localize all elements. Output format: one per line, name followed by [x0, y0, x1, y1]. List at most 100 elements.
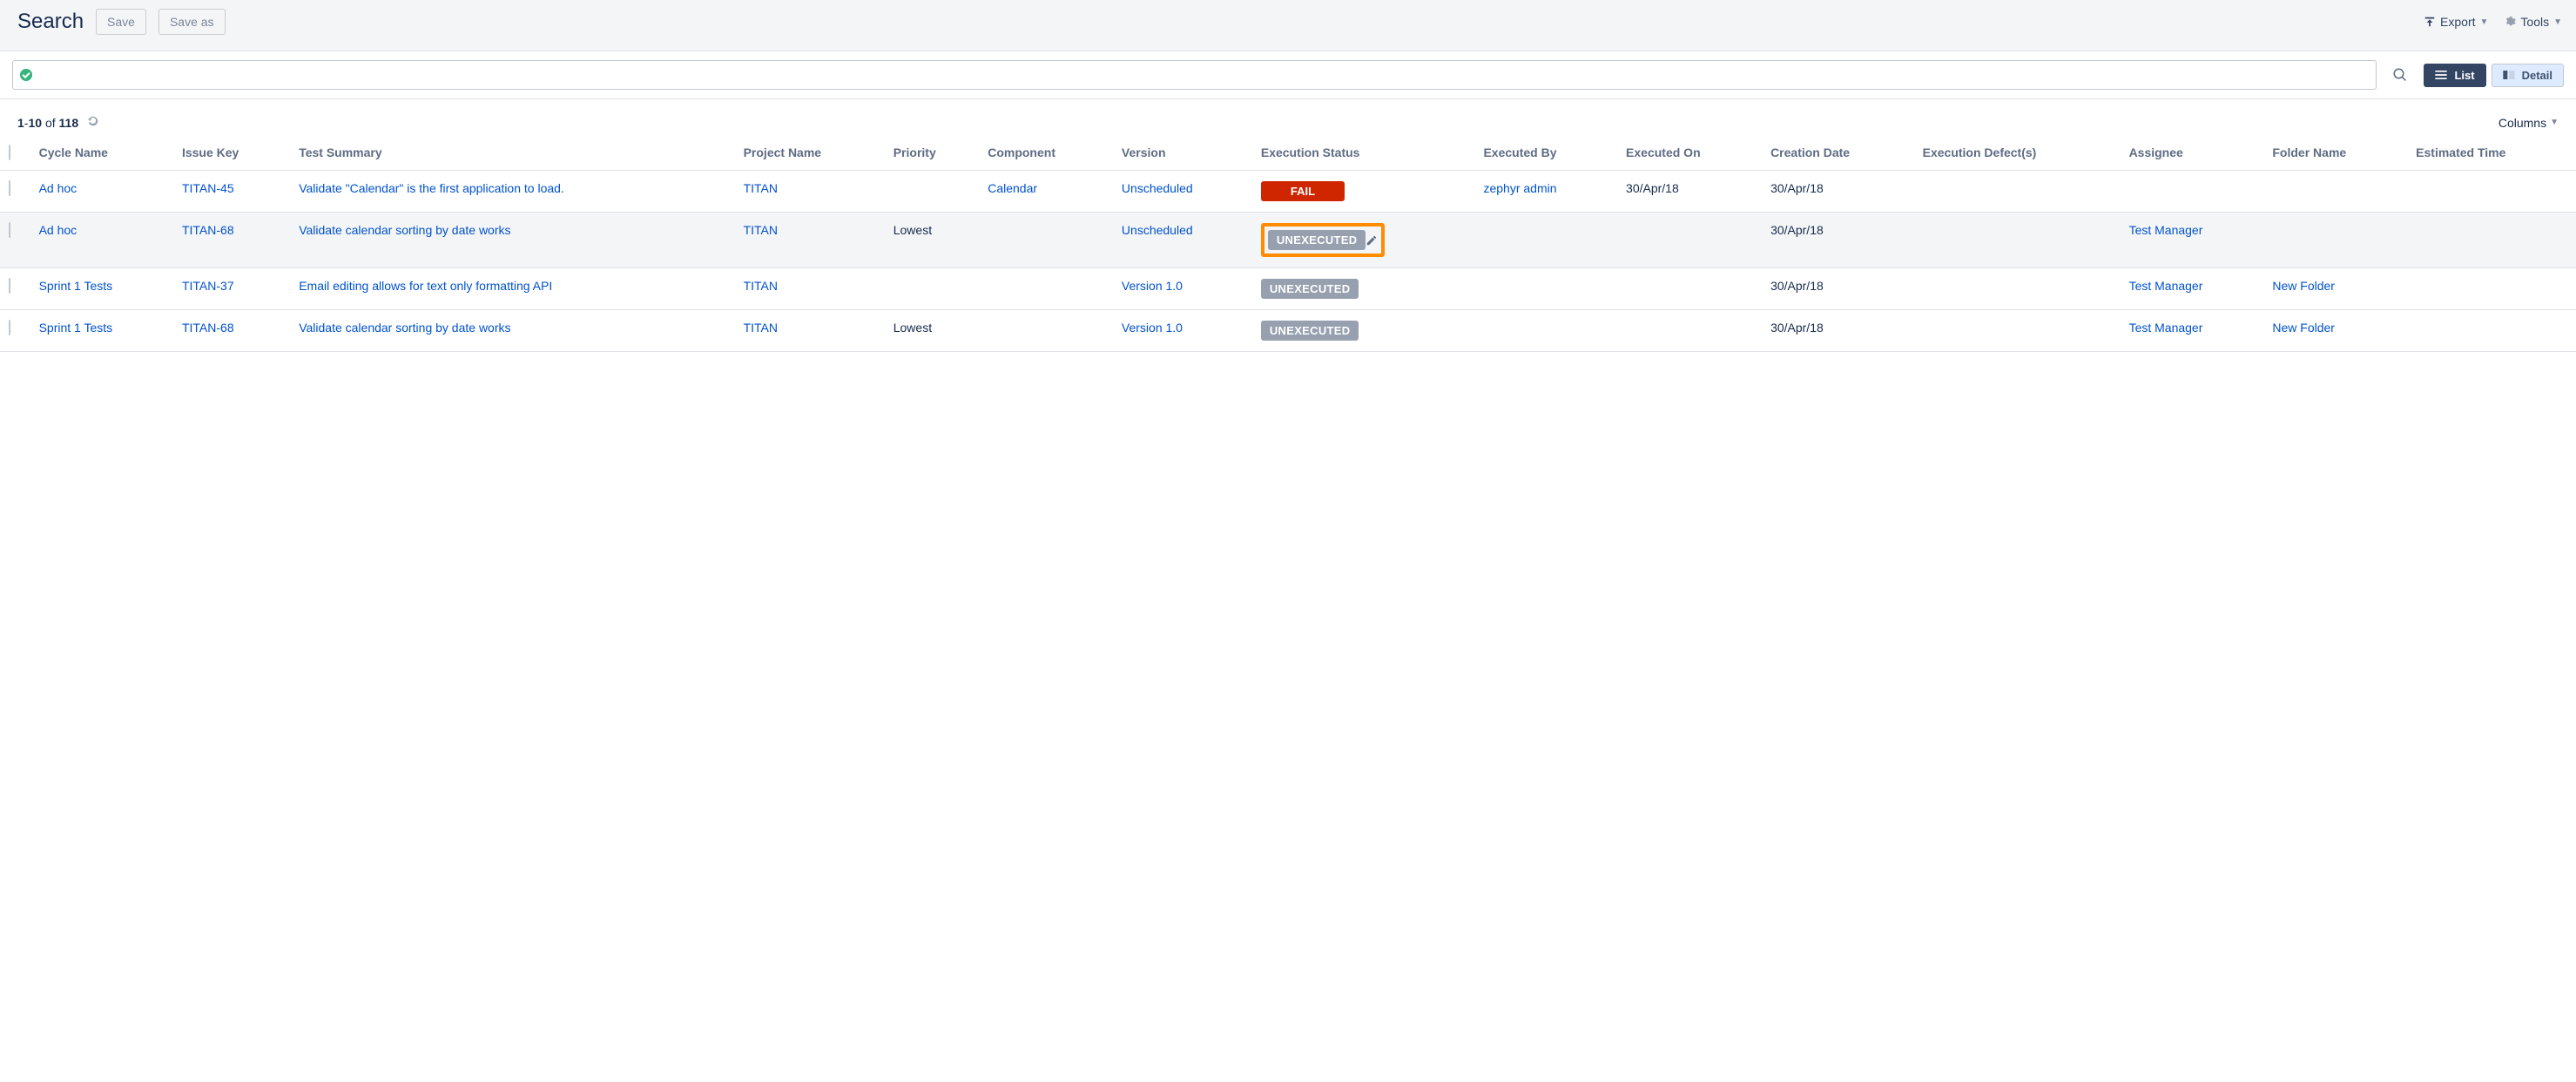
- refresh-icon[interactable]: [87, 115, 99, 127]
- row-checkbox[interactable]: [9, 320, 10, 335]
- detail-view-button[interactable]: Detail: [2492, 64, 2564, 87]
- priority-text: Lowest: [894, 321, 932, 335]
- version-link[interactable]: Unscheduled: [1122, 223, 1193, 237]
- search-icon[interactable]: [2392, 67, 2408, 83]
- header-bar: Search Save Save as Export ▼ Tools ▼: [0, 0, 2576, 51]
- header-right: Export ▼ Tools ▼: [2424, 15, 2562, 29]
- cell-estimated: [2407, 171, 2576, 213]
- cell-component: [979, 213, 1113, 268]
- cell-creation: 30/Apr/18: [1762, 268, 1914, 310]
- row-checkbox[interactable]: [9, 180, 10, 196]
- tools-label: Tools: [2520, 15, 2549, 29]
- issue-link[interactable]: TITAN-37: [182, 279, 234, 293]
- status-badge-unexecuted[interactable]: UNEXECUTED: [1261, 321, 1359, 341]
- project-link[interactable]: TITAN: [744, 321, 778, 335]
- cell-assignee: Test Manager: [2121, 213, 2264, 268]
- col-priority[interactable]: Priority: [885, 139, 980, 171]
- component-link[interactable]: Calendar: [988, 181, 1037, 195]
- table-row: Sprint 1 Tests TITAN-68 Validate calendar …: [0, 310, 2576, 352]
- list-label: List: [2454, 69, 2474, 82]
- summary-link[interactable]: Email editing allows for text only forma…: [299, 279, 552, 293]
- col-summary[interactable]: Test Summary: [290, 139, 734, 171]
- cell-estimated: [2407, 268, 2576, 310]
- cell-cycle: Sprint 1 Tests: [30, 310, 173, 352]
- cell-status: UNEXECUTED: [1252, 310, 1475, 352]
- col-project[interactable]: Project Name: [735, 139, 885, 171]
- pencil-icon[interactable]: [1366, 234, 1378, 247]
- version-link[interactable]: Unscheduled: [1122, 181, 1193, 195]
- col-issue[interactable]: Issue Key: [173, 139, 290, 171]
- col-version[interactable]: Version: [1113, 139, 1252, 171]
- project-link[interactable]: TITAN: [744, 181, 778, 195]
- row-checkbox[interactable]: [9, 278, 10, 294]
- columns-menu[interactable]: Columns ▼: [2498, 116, 2559, 130]
- col-defects[interactable]: Execution Defect(s): [1914, 139, 2121, 171]
- export-menu[interactable]: Export ▼: [2424, 15, 2488, 29]
- summary-link[interactable]: Validate calendar sorting by date works: [299, 321, 510, 335]
- valid-query-icon: [20, 69, 32, 81]
- version-link[interactable]: Version 1.0: [1122, 321, 1183, 335]
- folder-link[interactable]: New Folder: [2272, 279, 2335, 293]
- status-highlight-box: UNEXECUTED: [1261, 223, 1386, 257]
- version-link[interactable]: Version 1.0: [1122, 279, 1183, 293]
- cycle-link[interactable]: Ad hoc: [39, 223, 78, 237]
- cell-project: TITAN: [735, 171, 885, 213]
- issue-link[interactable]: TITAN-45: [182, 181, 234, 195]
- assignee-link[interactable]: Test Manager: [2129, 321, 2203, 335]
- status-badge-unexecuted[interactable]: UNEXECUTED: [1268, 230, 1366, 250]
- issue-link[interactable]: TITAN-68: [182, 223, 234, 237]
- col-folder[interactable]: Folder Name: [2263, 139, 2407, 171]
- row-checkbox[interactable]: [9, 222, 10, 238]
- list-view-button[interactable]: List: [2424, 64, 2485, 87]
- col-cycle[interactable]: Cycle Name: [30, 139, 173, 171]
- cycle-link[interactable]: Sprint 1 Tests: [39, 321, 113, 335]
- cell-assignee: [2121, 171, 2264, 213]
- tools-menu[interactable]: Tools ▼: [2504, 15, 2562, 29]
- issue-link[interactable]: TITAN-68: [182, 321, 234, 335]
- save-as-button[interactable]: Save as: [158, 9, 226, 35]
- table-row: Ad hoc TITAN-68 Validate calendar sorting …: [0, 213, 2576, 268]
- cell-assignee: Test Manager: [2121, 268, 2264, 310]
- select-all-checkbox[interactable]: [9, 145, 10, 160]
- col-component[interactable]: Component: [979, 139, 1113, 171]
- project-link[interactable]: TITAN: [744, 279, 778, 293]
- cell-issue: TITAN-68: [173, 310, 290, 352]
- searchbar-row: List Detail: [0, 51, 2576, 99]
- results-table-wrap: Cycle Name Issue Key Test Summary Projec…: [0, 139, 2576, 352]
- cell-exec-by: [1474, 268, 1617, 310]
- cell-summary: Validate calendar sorting by date works: [290, 213, 734, 268]
- cell-defects: [1914, 310, 2121, 352]
- cell-cycle: Ad hoc: [30, 213, 173, 268]
- cell-summary: Email editing allows for text only forma…: [290, 268, 734, 310]
- cell-summary: Validate "Calendar" is the first applica…: [290, 171, 734, 213]
- summary-link[interactable]: Validate "Calendar" is the first applica…: [299, 181, 564, 195]
- search-wrap: [12, 60, 2377, 90]
- col-exec-status[interactable]: Execution Status: [1252, 139, 1475, 171]
- cell-exec-on: [1617, 310, 1762, 352]
- search-input[interactable]: [39, 64, 2369, 85]
- assignee-link[interactable]: Test Manager: [2129, 223, 2203, 237]
- assignee-link[interactable]: Test Manager: [2129, 279, 2203, 293]
- cell-folder: [2263, 171, 2407, 213]
- view-toggle: List Detail: [2424, 64, 2564, 87]
- col-estimated[interactable]: Estimated Time: [2407, 139, 2576, 171]
- col-exec-on[interactable]: Executed On: [1617, 139, 1762, 171]
- project-link[interactable]: TITAN: [744, 223, 778, 237]
- col-creation[interactable]: Creation Date: [1762, 139, 1914, 171]
- cell-cycle: Ad hoc: [30, 171, 173, 213]
- cycle-link[interactable]: Ad hoc: [39, 181, 78, 195]
- executed-by-link[interactable]: zephyr admin: [1483, 181, 1556, 195]
- summary-link[interactable]: Validate calendar sorting by date works: [299, 223, 510, 237]
- cell-check: [0, 213, 30, 268]
- cycle-link[interactable]: Sprint 1 Tests: [39, 279, 113, 293]
- save-button[interactable]: Save: [96, 9, 146, 35]
- col-assignee[interactable]: Assignee: [2121, 139, 2264, 171]
- status-badge-fail[interactable]: FAIL: [1261, 181, 1345, 201]
- col-exec-by[interactable]: Executed By: [1474, 139, 1617, 171]
- detail-icon: [2503, 71, 2515, 79]
- cell-check: [0, 171, 30, 213]
- result-count: 1-10 of 118: [17, 115, 99, 130]
- folder-link[interactable]: New Folder: [2272, 321, 2335, 335]
- status-badge-unexecuted[interactable]: UNEXECUTED: [1261, 279, 1359, 299]
- chevron-down-icon: ▼: [2550, 118, 2559, 127]
